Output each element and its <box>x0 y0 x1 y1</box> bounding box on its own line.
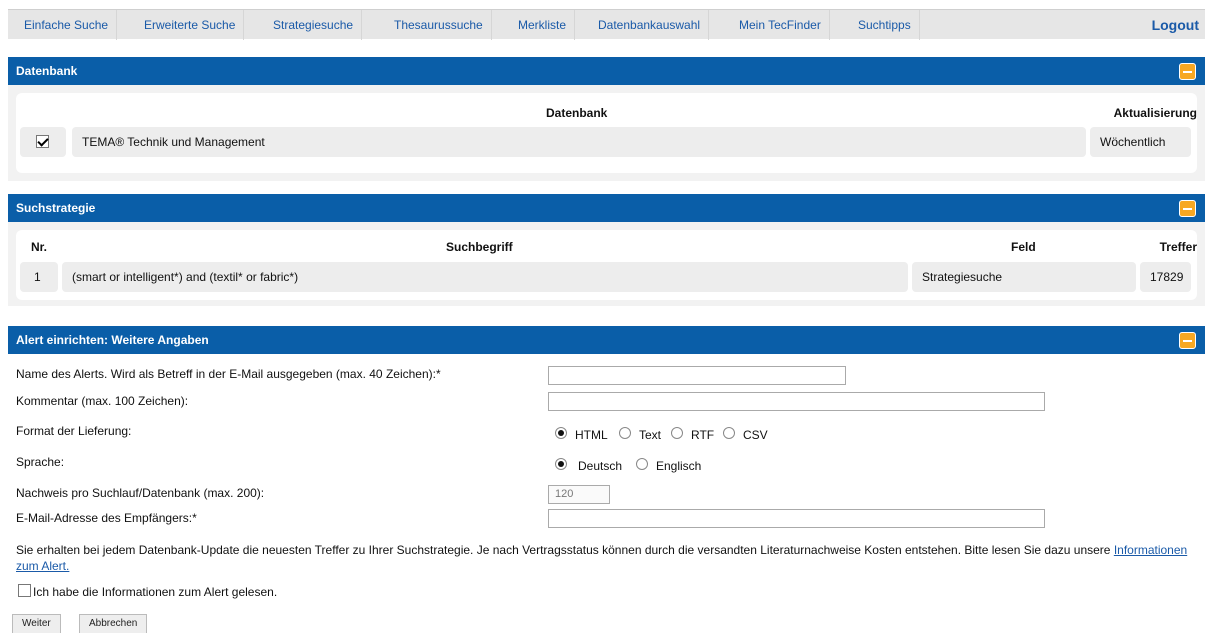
collapse-icon[interactable] <box>1179 63 1196 80</box>
language-radio-englisch[interactable] <box>636 458 648 470</box>
checkbox-cell <box>20 127 66 157</box>
column-header-treffer: Treffer <box>1159 240 1197 254</box>
format-option-label: RTF <box>691 428 715 442</box>
database-name-cell: TEMA® Technik und Management <box>72 127 1086 157</box>
alert-info-body: Sie erhalten bei jedem Datenbank-Update … <box>16 543 1111 557</box>
acknowledge-label: Ich habe die Informationen zum Alert gel… <box>33 585 278 599</box>
collapse-icon[interactable] <box>1179 332 1196 349</box>
alert-name-input[interactable] <box>548 366 846 385</box>
collapse-icon[interactable] <box>1179 200 1196 217</box>
database-table: Datenbank Aktualisierung TEMA® Technik u… <box>16 93 1197 173</box>
logout-link[interactable]: Logout <box>1152 10 1199 40</box>
language-option-label: Englisch <box>656 459 702 473</box>
strategy-panel-header: Suchstrategie <box>8 194 1205 222</box>
format-option-label: CSV <box>743 428 768 442</box>
strategy-table: Nr. Suchbegriff Feld Treffer 1 (smart or… <box>16 230 1197 300</box>
database-panel-header: Datenbank <box>8 57 1205 85</box>
nav-datenbankauswahl[interactable]: Datenbankauswahl <box>590 10 710 40</box>
format-radio-rtf[interactable] <box>671 427 683 439</box>
language-option-label: Deutsch <box>578 459 623 473</box>
alert-info-text: Sie erhalten bei jedem Datenbank-Update … <box>16 542 1196 574</box>
nav-strategiesuche[interactable]: Strategiesuche <box>265 10 363 40</box>
alert-panel-header: Alert einrichten: Weitere Angaben <box>8 326 1205 354</box>
format-radio-text[interactable] <box>619 427 631 439</box>
acknowledge-checkbox[interactable] <box>18 584 31 597</box>
cancel-button[interactable]: Abbrechen <box>79 614 148 633</box>
column-header-feld: Feld <box>1011 240 1036 254</box>
alert-panel-title: Alert einrichten: Weitere Angaben <box>16 333 209 347</box>
alert-name-label: Name des Alerts. Wird als Betreff in der… <box>16 367 441 381</box>
nav-suchtipps[interactable]: Suchtipps <box>850 10 920 40</box>
format-radio-csv[interactable] <box>723 427 735 439</box>
database-panel-title: Datenbank <box>16 64 78 78</box>
database-panel-body: Datenbank Aktualisierung TEMA® Technik u… <box>8 85 1205 181</box>
email-input[interactable] <box>548 509 1045 528</box>
comment-input[interactable] <box>548 392 1045 411</box>
format-label: Format der Lieferung: <box>16 424 132 438</box>
strategy-nr-cell: 1 <box>20 262 58 292</box>
nav-mein-tecfinder[interactable]: Mein TecFinder <box>731 10 830 40</box>
results-per-run-label: Nachweis pro Suchlauf/Datenbank (max. 20… <box>16 486 265 500</box>
database-checkbox[interactable] <box>36 135 49 148</box>
top-navigation: Einfache Suche Erweiterte Suche Strategi… <box>8 9 1205 40</box>
strategy-hits-cell: 17829 <box>1140 262 1191 292</box>
strategy-panel-body: Nr. Suchbegriff Feld Treffer 1 (smart or… <box>8 222 1205 306</box>
nav-einfache-suche[interactable]: Einfache Suche <box>16 10 118 40</box>
email-label: E-Mail-Adresse des Empfängers:* <box>16 511 197 525</box>
column-header-nr: Nr. <box>31 240 48 254</box>
strategy-field-cell: Strategiesuche <box>912 262 1136 292</box>
results-per-run-input[interactable]: 120 <box>548 485 610 504</box>
strategy-panel-title: Suchstrategie <box>16 201 96 215</box>
comment-label: Kommentar (max. 100 Zeichen): <box>16 394 189 408</box>
language-label: Sprache: <box>16 455 65 469</box>
column-header-datenbank: Datenbank <box>546 106 608 120</box>
nav-merkliste[interactable]: Merkliste <box>510 10 576 40</box>
strategy-term-cell: (smart or intelligent*) and (textil* or … <box>62 262 908 292</box>
format-radio-html[interactable] <box>555 427 567 439</box>
nav-thesaurussuche[interactable]: Thesaurussuche <box>386 10 492 40</box>
next-button[interactable]: Weiter <box>12 614 61 633</box>
language-radio-deutsch[interactable] <box>555 458 567 470</box>
format-option-label: HTML <box>575 428 608 442</box>
column-header-suchbegriff: Suchbegriff <box>446 240 513 254</box>
column-header-aktualisierung: Aktualisierung <box>1113 106 1197 120</box>
nav-erweiterte-suche[interactable]: Erweiterte Suche <box>136 10 245 40</box>
format-option-label: Text <box>639 428 662 442</box>
database-update-cell: Wöchentlich <box>1090 127 1191 157</box>
